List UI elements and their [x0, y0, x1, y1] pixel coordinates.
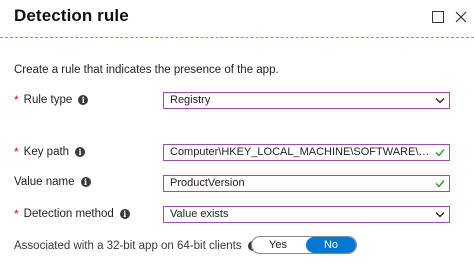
- info-icon[interactable]: i: [78, 95, 89, 105]
- value-name-value: ProductVersion: [170, 177, 245, 189]
- chevron-down-icon: [435, 212, 445, 218]
- associated-32bit-label: Associated with a 32-bit app on 64-bit c…: [14, 240, 258, 252]
- value-name-input[interactable]: ProductVersion: [163, 175, 450, 192]
- description-text: Create a rule that indicates the presenc…: [14, 64, 279, 76]
- associated-32bit-toggle[interactable]: Yes No: [251, 236, 357, 254]
- required-marker: *: [14, 207, 19, 221]
- checkmark-icon: [435, 149, 445, 157]
- blade-header: Detection rule: [0, 0, 474, 36]
- maximize-button[interactable]: [430, 9, 446, 25]
- rule-type-label-text: Rule type: [23, 94, 73, 106]
- key-path-input[interactable]: Computer\HKEY_LOCAL_MACHINE\SOFTWARE\Mic…: [163, 144, 450, 161]
- detection-method-label: * Detection method i: [14, 207, 130, 221]
- key-path-label: * Key path i: [14, 145, 86, 159]
- required-marker: *: [14, 93, 19, 107]
- key-path-label-text: Key path: [23, 146, 70, 158]
- close-icon: [455, 11, 467, 23]
- rule-type-dropdown[interactable]: Registry: [163, 92, 450, 109]
- key-path-value: Computer\HKEY_LOCAL_MACHINE\SOFTWARE\Mic…: [170, 146, 432, 158]
- associated-32bit-label-text: Associated with a 32-bit app on 64-bit c…: [14, 240, 242, 252]
- detection-method-value: Value exists: [170, 208, 229, 220]
- info-icon[interactable]: i: [75, 147, 86, 157]
- chevron-down-icon: [435, 98, 445, 104]
- value-name-label: Value name i: [14, 176, 91, 188]
- header-divider: [0, 37, 474, 38]
- info-icon[interactable]: i: [80, 177, 91, 187]
- required-marker: *: [14, 145, 19, 159]
- close-button[interactable]: [453, 9, 469, 25]
- detection-method-dropdown[interactable]: Value exists: [163, 206, 450, 223]
- rule-type-label: * Rule type i: [14, 93, 89, 107]
- toggle-option-no[interactable]: No: [306, 237, 356, 253]
- maximize-icon: [432, 11, 444, 23]
- page-title: Detection rule: [14, 6, 129, 25]
- rule-type-value: Registry: [170, 94, 211, 106]
- info-icon[interactable]: i: [119, 209, 130, 219]
- value-name-label-text: Value name: [14, 176, 75, 188]
- checkmark-icon: [435, 180, 445, 188]
- detection-rule-blade: Detection rule Create a rule that indica…: [0, 0, 474, 268]
- toggle-option-yes[interactable]: Yes: [252, 237, 304, 253]
- detection-method-label-text: Detection method: [23, 208, 114, 220]
